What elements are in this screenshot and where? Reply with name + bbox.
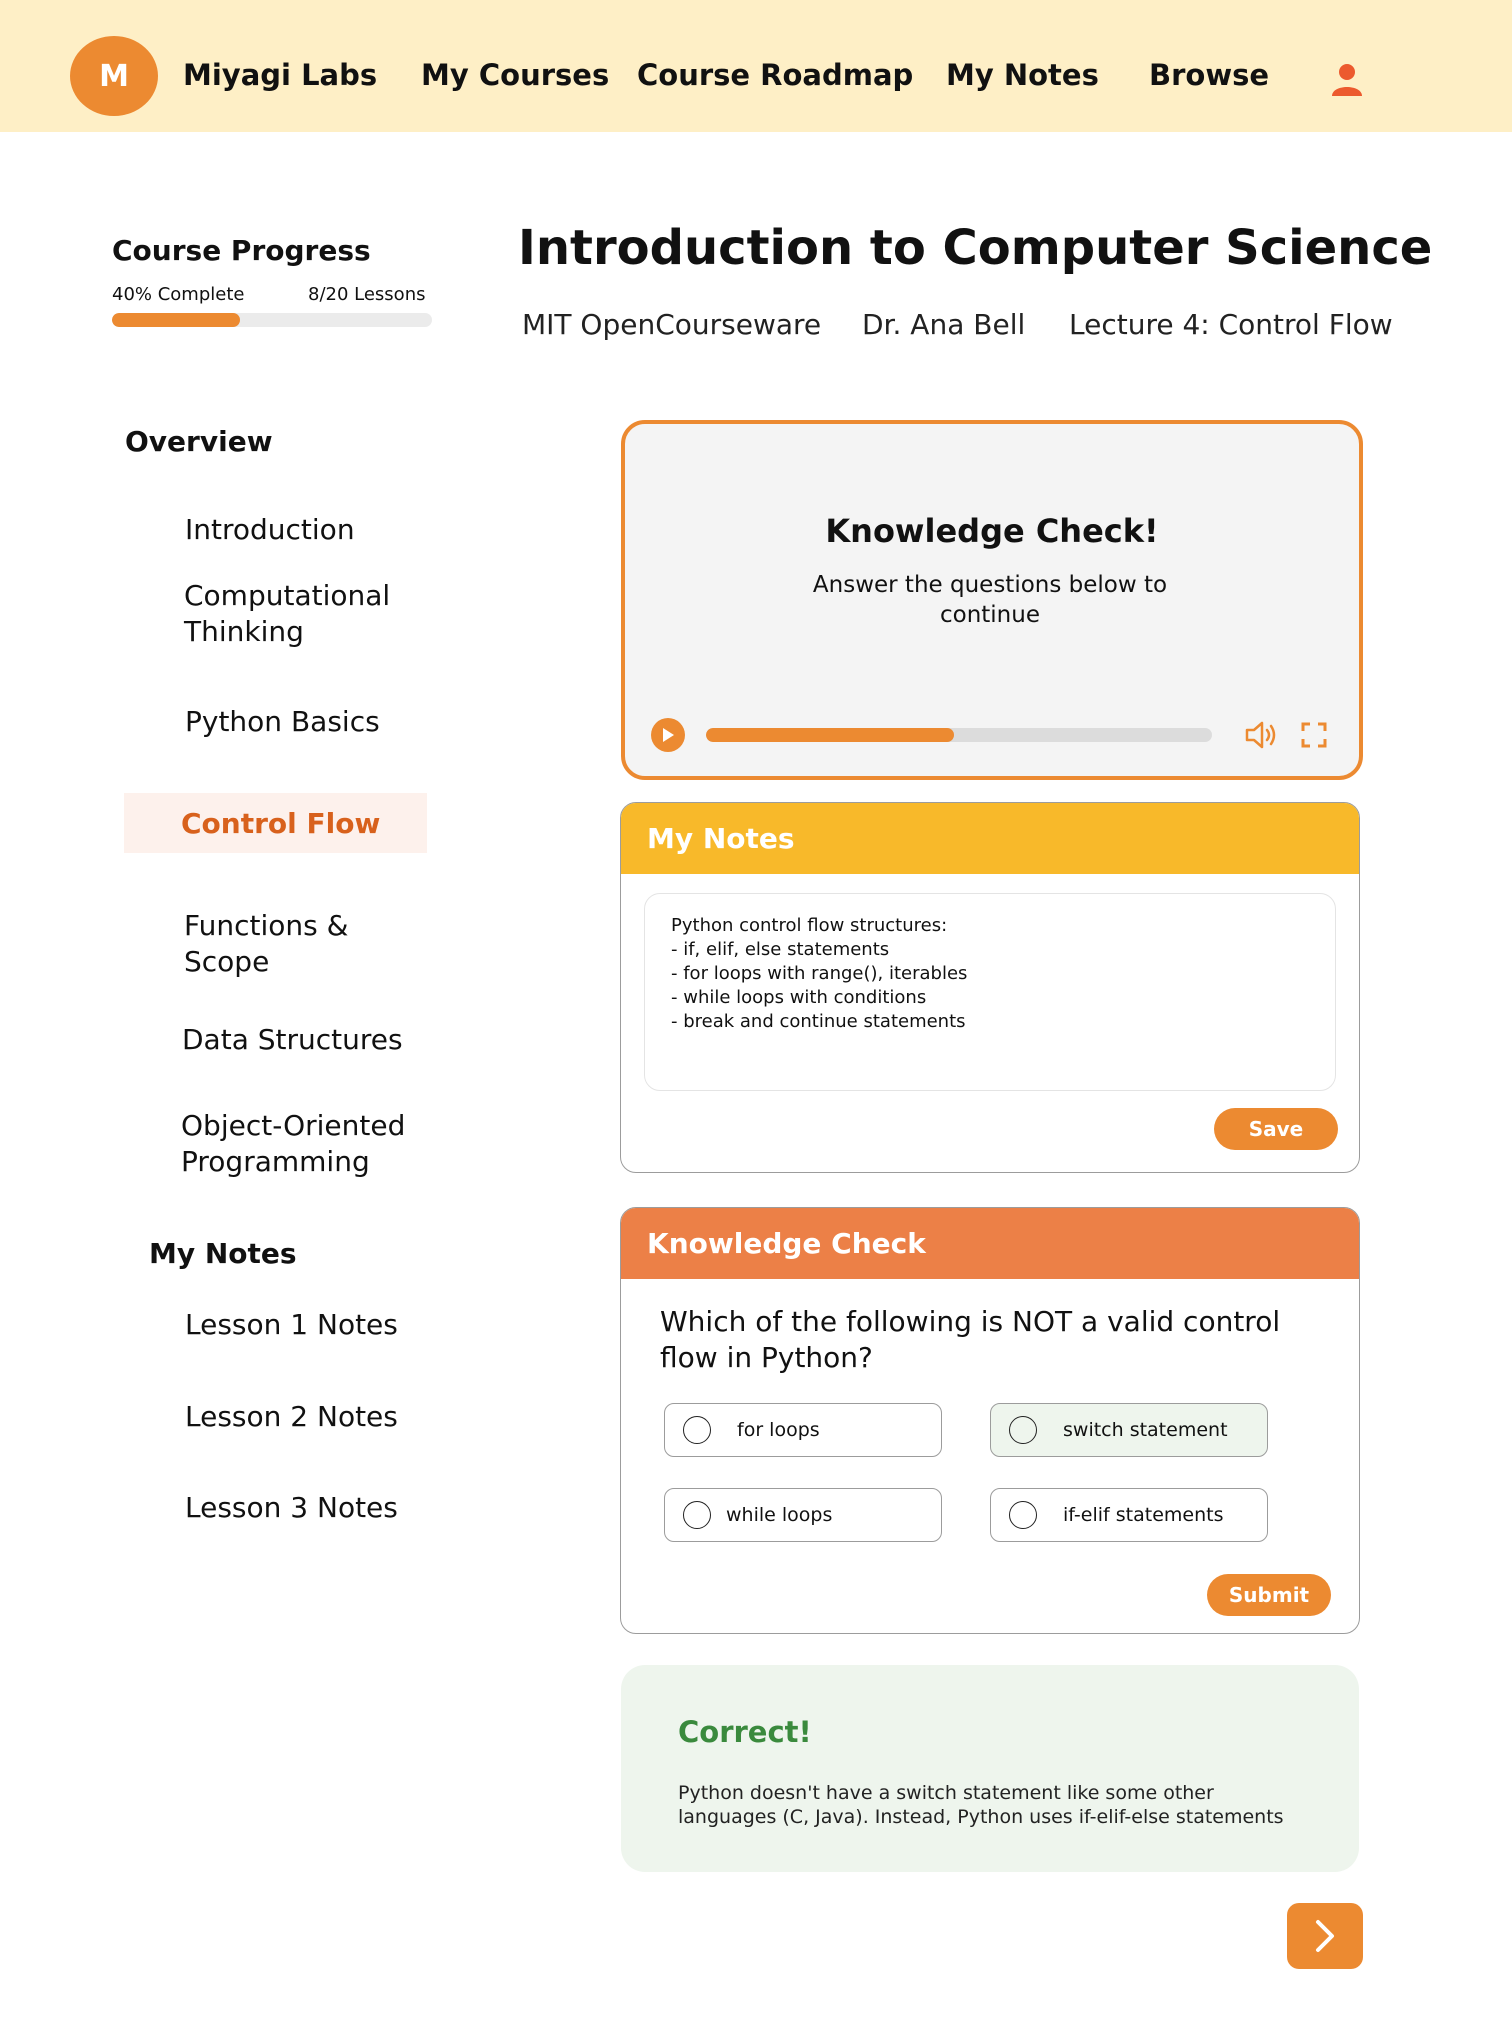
notes-card: My Notes Python control flow structures:…	[620, 802, 1360, 1173]
logo[interactable]: M	[70, 36, 158, 116]
notes-textarea[interactable]: Python control flow structures: - if, el…	[644, 893, 1336, 1091]
course-instructor: Dr. Ana Bell	[862, 308, 1026, 341]
sidebar-item-computational-thinking[interactable]: Computational Thinking	[184, 578, 424, 650]
page-title: Introduction to Computer Science	[518, 220, 1433, 276]
video-player[interactable]: Knowledge Check! Answer the questions be…	[621, 420, 1363, 780]
fullscreen-icon[interactable]	[1301, 722, 1327, 748]
sidebar-item-introduction[interactable]: Introduction	[185, 512, 355, 548]
sidebar-item-control-flow[interactable]: Control Flow	[124, 793, 427, 853]
quiz-card-title: Knowledge Check	[621, 1208, 1359, 1279]
progress-percent: 40% Complete	[112, 284, 245, 305]
submit-button[interactable]: Submit	[1207, 1574, 1331, 1616]
nav-my-courses[interactable]: My Courses	[421, 58, 609, 92]
radio-button[interactable]	[683, 1501, 711, 1529]
sidebar-lesson-2-notes[interactable]: Lesson 2 Notes	[185, 1399, 398, 1435]
play-icon	[663, 728, 674, 742]
quiz-option-while-loops[interactable]: while loops	[664, 1488, 942, 1542]
option-label: switch statement	[1063, 1419, 1228, 1441]
player-subtitle: Answer the questions below to continue	[812, 572, 1168, 628]
answer-feedback: Correct! Python doesn't have a switch st…	[621, 1665, 1359, 1872]
volume-icon[interactable]	[1244, 720, 1278, 750]
video-seek-bar[interactable]	[706, 728, 1212, 742]
sidebar-item-data-structures[interactable]: Data Structures	[182, 1022, 403, 1058]
radio-button[interactable]	[1009, 1416, 1037, 1444]
nav-course-roadmap[interactable]: Course Roadmap	[637, 58, 913, 92]
option-label: while loops	[726, 1504, 833, 1526]
sidebar-notes-heading[interactable]: My Notes	[149, 1237, 297, 1270]
progress-bar-fill	[112, 313, 240, 327]
progress-lessons: 8/20 Lessons	[308, 284, 426, 305]
radio-button[interactable]	[1009, 1501, 1037, 1529]
radio-button[interactable]	[683, 1416, 711, 1444]
nav-browse[interactable]: Browse	[1149, 58, 1269, 92]
chevron-right-icon	[1316, 1920, 1334, 1952]
quiz-question: Which of the following is NOT a valid co…	[660, 1305, 1281, 1374]
nav-my-notes[interactable]: My Notes	[946, 58, 1099, 92]
sidebar-item-functions-scope[interactable]: Functions & Scope	[184, 908, 424, 980]
sidebar-lesson-3-notes[interactable]: Lesson 3 Notes	[185, 1490, 398, 1526]
save-button[interactable]: Save	[1214, 1108, 1338, 1150]
course-progress-title: Course Progress	[112, 234, 371, 267]
feedback-text: Python doesn't have a switch statement l…	[678, 1782, 1284, 1828]
notes-card-title: My Notes	[621, 803, 1359, 874]
sidebar-lesson-1-notes[interactable]: Lesson 1 Notes	[185, 1307, 398, 1343]
course-source: MIT OpenCourseware	[522, 308, 822, 341]
player-title: Knowledge Check!	[825, 512, 1159, 550]
option-label: if-elif statements	[1063, 1504, 1224, 1526]
video-seek-fill	[706, 728, 954, 742]
quiz-option-switch-statement[interactable]: switch statement	[990, 1403, 1268, 1457]
sidebar-item-oop[interactable]: Object-Oriented Programming	[181, 1108, 431, 1180]
play-button[interactable]	[651, 718, 685, 752]
quiz-option-if-elif[interactable]: if-elif statements	[990, 1488, 1268, 1542]
user-icon[interactable]	[1330, 62, 1364, 98]
top-navbar: M Miyagi Labs My Courses Course Roadmap …	[0, 0, 1512, 132]
course-lecture: Lecture 4: Control Flow	[1069, 308, 1393, 341]
sidebar-overview-heading[interactable]: Overview	[125, 425, 273, 458]
sidebar-item-python-basics[interactable]: Python Basics	[185, 704, 380, 740]
quiz-card: Knowledge Check Which of the following i…	[620, 1207, 1360, 1634]
quiz-option-for-loops[interactable]: for loops	[664, 1403, 942, 1457]
progress-bar	[112, 313, 432, 327]
brand-name[interactable]: Miyagi Labs	[183, 58, 377, 92]
feedback-title: Correct!	[678, 1715, 812, 1749]
next-button[interactable]	[1287, 1903, 1363, 1969]
option-label: for loops	[737, 1419, 820, 1441]
